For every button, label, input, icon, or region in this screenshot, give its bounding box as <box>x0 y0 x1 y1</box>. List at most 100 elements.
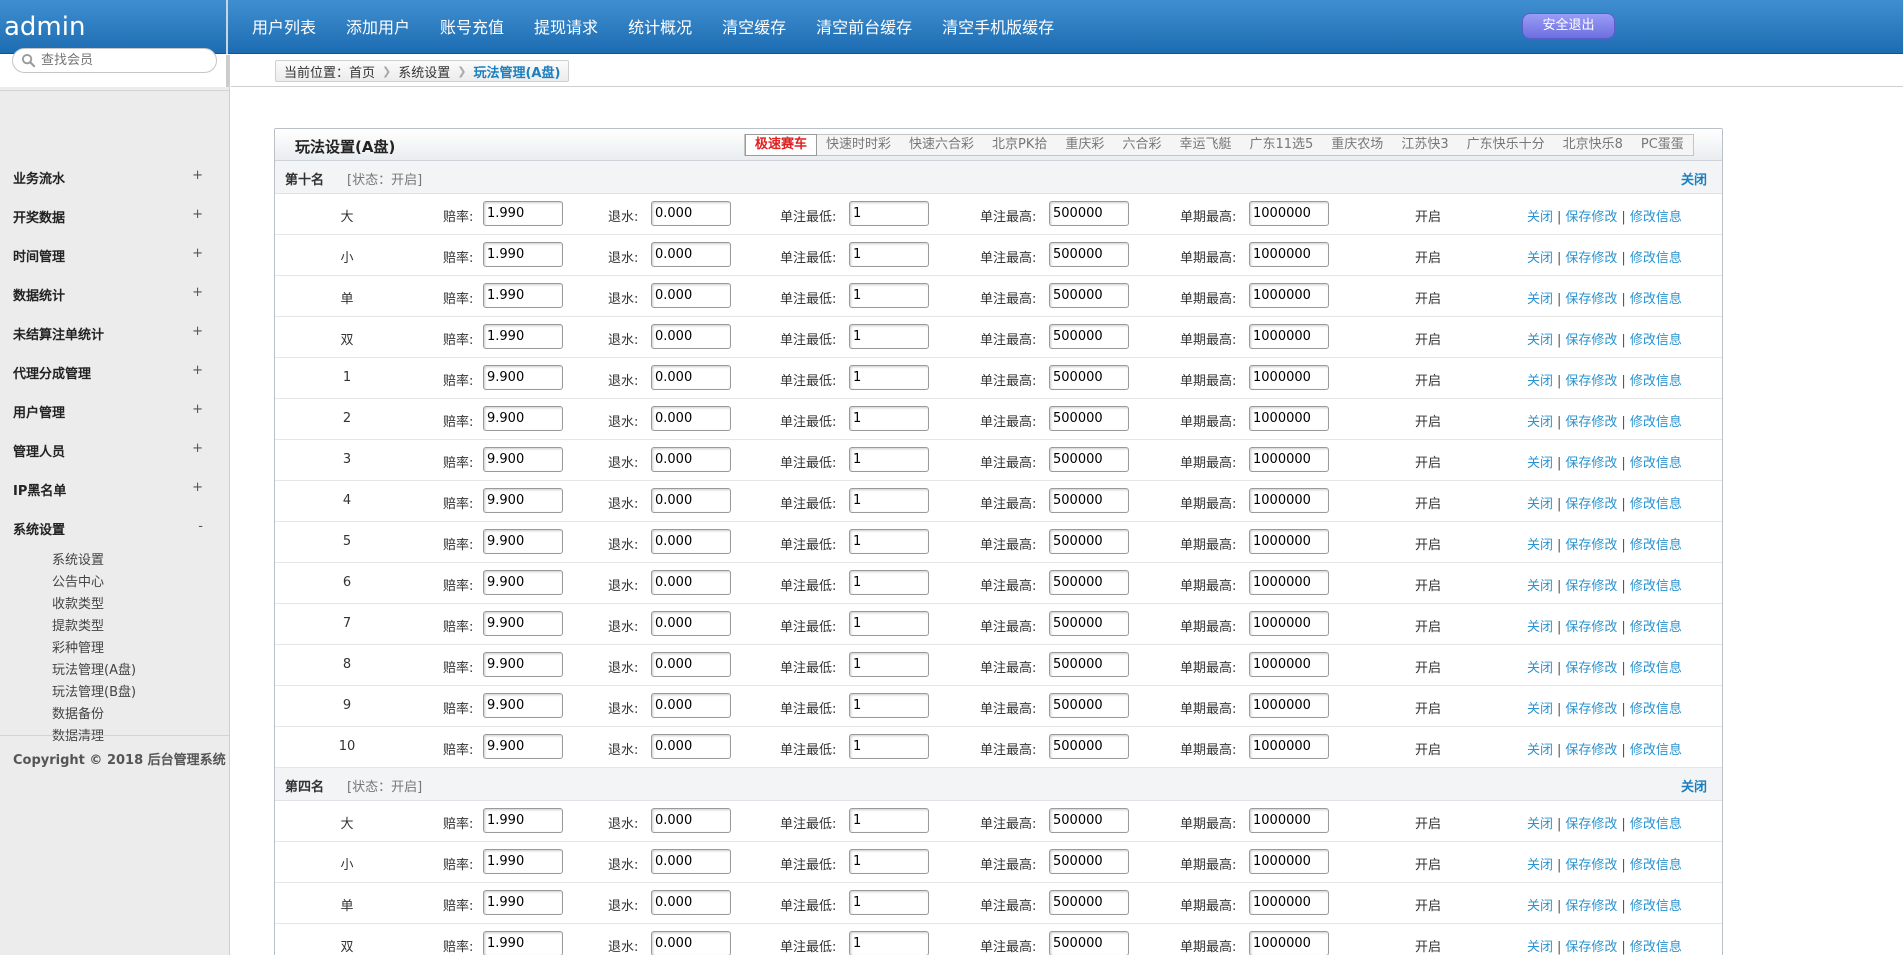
min-bet-input[interactable] <box>849 849 929 874</box>
edit-link[interactable]: 修改信息 <box>1630 817 1682 832</box>
max-period-input[interactable] <box>1249 447 1329 472</box>
nav-user-list[interactable]: 用户列表 <box>252 0 316 54</box>
sidebar-submenu-item[interactable]: 系统设置 <box>52 549 104 568</box>
min-bet-input[interactable] <box>849 529 929 554</box>
logout-button[interactable]: 安全退出 <box>1522 13 1615 39</box>
max-period-input[interactable] <box>1249 283 1329 308</box>
lottery-tab[interactable]: 广东11选5 <box>1240 135 1322 155</box>
rebate-input[interactable] <box>651 365 731 390</box>
rebate-input[interactable] <box>651 406 731 431</box>
close-link[interactable]: 关闭 <box>1527 661 1553 676</box>
breadcrumb-home[interactable]: 首页 <box>349 62 375 81</box>
close-link[interactable]: 关闭 <box>1527 251 1553 266</box>
edit-link[interactable]: 修改信息 <box>1630 743 1682 758</box>
lottery-tab[interactable]: 北京PK拾 <box>983 135 1056 155</box>
sidebar-menu-item[interactable]: 管理人员 + <box>13 441 203 461</box>
save-link[interactable]: 保存修改 <box>1565 333 1617 348</box>
max-bet-input[interactable] <box>1049 488 1129 513</box>
sidebar-menu-item[interactable]: 用户管理 + <box>13 402 203 422</box>
max-bet-input[interactable] <box>1049 242 1129 267</box>
nav-add-user[interactable]: 添加用户 <box>346 0 410 54</box>
min-bet-input[interactable] <box>849 734 929 759</box>
save-link[interactable]: 保存修改 <box>1565 456 1617 471</box>
lottery-tab[interactable]: 北京快乐8 <box>1554 135 1632 155</box>
min-bet-input[interactable] <box>849 447 929 472</box>
odds-input[interactable] <box>483 808 563 833</box>
max-bet-input[interactable] <box>1049 611 1129 636</box>
lottery-tab[interactable]: 重庆彩 <box>1056 135 1113 155</box>
odds-input[interactable] <box>483 693 563 718</box>
edit-link[interactable]: 修改信息 <box>1630 899 1682 914</box>
search-input[interactable] <box>41 51 211 70</box>
rebate-input[interactable] <box>651 890 731 915</box>
odds-input[interactable] <box>483 283 563 308</box>
save-link[interactable]: 保存修改 <box>1565 743 1617 758</box>
min-bet-input[interactable] <box>849 808 929 833</box>
close-link[interactable]: 关闭 <box>1527 497 1553 512</box>
rebate-input[interactable] <box>651 693 731 718</box>
save-link[interactable]: 保存修改 <box>1565 497 1617 512</box>
odds-input[interactable] <box>483 570 563 595</box>
max-period-input[interactable] <box>1249 808 1329 833</box>
min-bet-input[interactable] <box>849 406 929 431</box>
save-link[interactable]: 保存修改 <box>1565 858 1617 873</box>
max-period-input[interactable] <box>1249 931 1329 955</box>
odds-input[interactable] <box>483 242 563 267</box>
max-period-input[interactable] <box>1249 324 1329 349</box>
min-bet-input[interactable] <box>849 652 929 677</box>
lottery-tab[interactable]: 极速赛车 <box>745 134 818 156</box>
save-link[interactable]: 保存修改 <box>1565 620 1617 635</box>
close-link[interactable]: 关闭 <box>1527 743 1553 758</box>
min-bet-input[interactable] <box>849 488 929 513</box>
sidebar-submenu-item[interactable]: 收款类型 <box>52 593 104 612</box>
nav-statistics[interactable]: 统计概况 <box>628 0 692 54</box>
max-bet-input[interactable] <box>1049 406 1129 431</box>
close-link[interactable]: 关闭 <box>1527 292 1553 307</box>
odds-input[interactable] <box>483 201 563 226</box>
close-link[interactable]: 关闭 <box>1527 210 1553 225</box>
close-link[interactable]: 关闭 <box>1527 374 1553 389</box>
odds-input[interactable] <box>483 447 563 472</box>
lottery-tab[interactable]: 快速六合彩 <box>900 135 983 155</box>
close-link[interactable]: 关闭 <box>1527 817 1553 832</box>
min-bet-input[interactable] <box>849 201 929 226</box>
max-bet-input[interactable] <box>1049 570 1129 595</box>
rebate-input[interactable] <box>651 849 731 874</box>
save-link[interactable]: 保存修改 <box>1565 661 1617 676</box>
sidebar-menu-item[interactable]: 系统设置 - <box>13 519 203 539</box>
rebate-input[interactable] <box>651 447 731 472</box>
close-link[interactable]: 关闭 <box>1527 538 1553 553</box>
edit-link[interactable]: 修改信息 <box>1630 251 1682 266</box>
lottery-tab[interactable]: PC蛋蛋 <box>1632 135 1693 155</box>
max-period-input[interactable] <box>1249 652 1329 677</box>
close-link[interactable]: 关闭 <box>1527 415 1553 430</box>
nav-account-recharge[interactable]: 账号充值 <box>440 0 504 54</box>
odds-input[interactable] <box>483 931 563 955</box>
max-bet-input[interactable] <box>1049 849 1129 874</box>
close-link[interactable]: 关闭 <box>1527 940 1553 955</box>
rebate-input[interactable] <box>651 201 731 226</box>
save-link[interactable]: 保存修改 <box>1565 538 1617 553</box>
max-period-input[interactable] <box>1249 570 1329 595</box>
max-period-input[interactable] <box>1249 529 1329 554</box>
edit-link[interactable]: 修改信息 <box>1630 210 1682 225</box>
max-bet-input[interactable] <box>1049 734 1129 759</box>
max-bet-input[interactable] <box>1049 324 1129 349</box>
max-period-input[interactable] <box>1249 849 1329 874</box>
edit-link[interactable]: 修改信息 <box>1630 456 1682 471</box>
max-bet-input[interactable] <box>1049 652 1129 677</box>
nav-clear-mobile-cache[interactable]: 清空手机版缓存 <box>942 0 1054 54</box>
rebate-input[interactable] <box>651 652 731 677</box>
member-search[interactable] <box>12 48 217 73</box>
max-bet-input[interactable] <box>1049 447 1129 472</box>
rebate-input[interactable] <box>651 529 731 554</box>
close-link[interactable]: 关闭 <box>1527 620 1553 635</box>
max-period-input[interactable] <box>1249 242 1329 267</box>
rebate-input[interactable] <box>651 611 731 636</box>
rebate-input[interactable] <box>651 570 731 595</box>
odds-input[interactable] <box>483 734 563 759</box>
max-period-input[interactable] <box>1249 890 1329 915</box>
edit-link[interactable]: 修改信息 <box>1630 538 1682 553</box>
min-bet-input[interactable] <box>849 931 929 955</box>
min-bet-input[interactable] <box>849 324 929 349</box>
